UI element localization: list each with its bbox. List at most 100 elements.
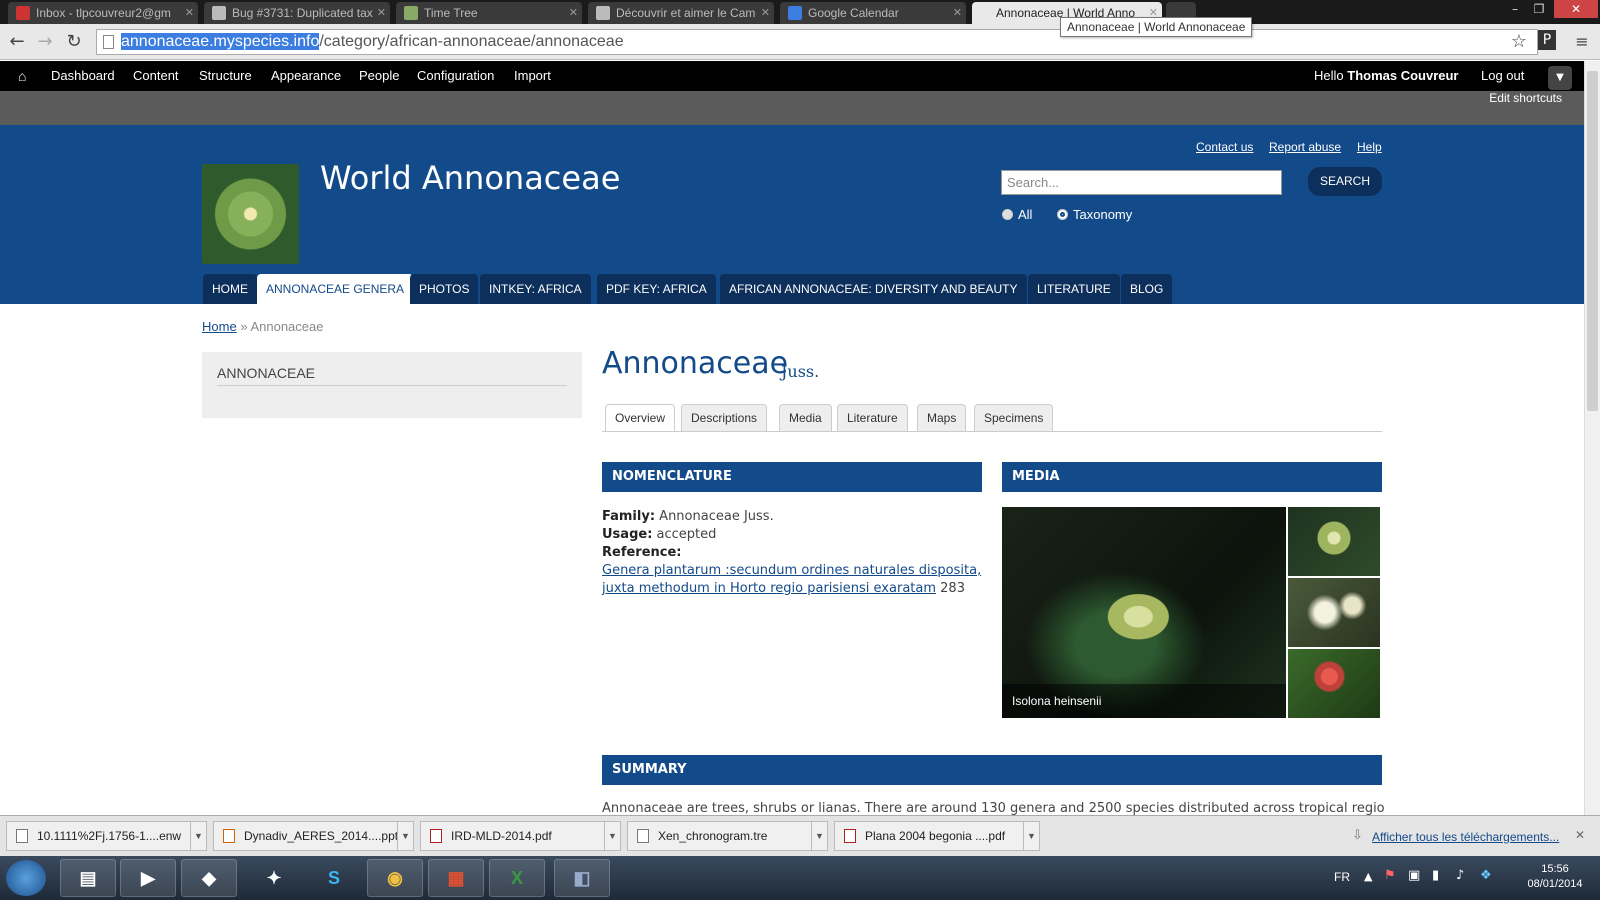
admin-people[interactable]: People (359, 61, 399, 91)
start-button[interactable] (6, 860, 46, 896)
url-host: annonaceae.myspecies.info (121, 33, 320, 50)
back-arrow-icon[interactable]: ← (5, 30, 29, 54)
menu-photos[interactable]: PHOTOS (410, 274, 479, 304)
menu-icon[interactable]: ≡ (1570, 30, 1594, 54)
url-input[interactable]: annonaceae.myspecies.info/category/afric… (96, 29, 1538, 55)
reference-link-continued[interactable]: juxta methodum in Horto regio parisiensi… (602, 581, 936, 596)
menu-blog[interactable]: BLOG (1121, 274, 1173, 304)
media-thumbnail[interactable] (1288, 649, 1380, 718)
media-thumbnail[interactable] (1288, 507, 1380, 576)
report-abuse-link[interactable]: Report abuse (1269, 140, 1341, 154)
browser-tab-bug[interactable]: Bug #3731: Duplicated tax ✕ (204, 2, 390, 24)
media-player-icon[interactable]: ▶ (120, 859, 176, 897)
browser-tab-timetree[interactable]: Time Tree ✕ (396, 2, 582, 24)
language-indicator[interactable]: FR (1334, 870, 1350, 884)
admin-structure[interactable]: Structure (199, 61, 252, 91)
chevron-down-icon[interactable]: ▼ (1548, 66, 1572, 90)
menu-annonaceae-genera[interactable]: ANNONACEAE GENERA (257, 274, 414, 304)
search-input[interactable]: Search... (1001, 170, 1282, 195)
tab-specimens[interactable]: Specimens (974, 404, 1054, 431)
media-main-image[interactable]: Isolona heinsenii (1002, 507, 1286, 718)
tab-media[interactable]: Media (779, 404, 832, 431)
device-icon[interactable]: ▣ (1408, 868, 1420, 883)
tab-descriptions[interactable]: Descriptions (681, 404, 768, 431)
close-icon[interactable]: ✕ (1575, 828, 1585, 842)
menu-literature[interactable]: LITERATURE (1028, 274, 1120, 304)
explorer-icon[interactable]: ▤ (60, 859, 116, 897)
close-tab-icon[interactable]: ✕ (569, 2, 578, 24)
close-tab-icon[interactable]: ✕ (761, 2, 770, 24)
media-thumbnail[interactable] (1288, 578, 1380, 647)
acrobat-icon[interactable]: ▦ (428, 859, 484, 897)
radio-taxonomy[interactable]: Taxonomy (1057, 207, 1132, 222)
app-icon[interactable]: ◆ (181, 859, 237, 897)
show-all-downloads-link[interactable]: Afficher tous les téléchargements... (1372, 830, 1559, 844)
close-tab-icon[interactable]: ✕ (953, 2, 962, 24)
edit-shortcuts-link[interactable]: Edit shortcuts (1489, 91, 1562, 105)
browser-tab-strip: Inbox - tlpcouvreur2@gm ✕ Bug #3731: Dup… (0, 0, 1600, 24)
menu-diversity-beauty[interactable]: AFRICAN ANNONACEAE: DIVERSITY AND BEAUTY (720, 274, 1027, 304)
browser-tab-decouvrir[interactable]: Découvrir et aimer le Cam ✕ (588, 2, 774, 24)
bookmark-star-icon[interactable]: ☆ (1507, 30, 1531, 54)
reference-row: Reference: (602, 545, 682, 560)
tab-literature[interactable]: Literature (837, 404, 908, 431)
close-window-icon[interactable]: ✕ (1554, 0, 1598, 18)
download-item[interactable]: 10.1111%2Fj.1756-1....enw ▼ (6, 821, 207, 851)
menu-intkey-africa[interactable]: INTKEY: AFRICA (480, 274, 591, 304)
chevron-down-icon[interactable]: ▼ (397, 822, 413, 850)
tab-overview[interactable]: Overview (605, 404, 676, 432)
tray-arrow-icon[interactable]: ▲ (1364, 870, 1372, 883)
tab-label: Time Tree (424, 6, 478, 20)
forward-arrow-icon[interactable]: → (33, 30, 57, 54)
download-item[interactable]: IRD-MLD-2014.pdf ▼ (420, 821, 621, 851)
browser-tab-calendar[interactable]: Google Calendar ✕ (780, 2, 966, 24)
radio-all[interactable]: All (1002, 207, 1032, 222)
search-button[interactable]: SEARCH (1308, 167, 1382, 196)
download-item[interactable]: Dynadiv_AERES_2014....ppt ▼ (213, 821, 414, 851)
dropbox-icon[interactable]: ❖ (1480, 868, 1492, 883)
taskbar-clock[interactable]: 15:56 08/01/2014 (1520, 862, 1590, 892)
breadcrumb-home-link[interactable]: Home (202, 319, 237, 334)
minimize-icon[interactable]: – (1504, 0, 1526, 18)
admin-dashboard[interactable]: Dashboard (51, 61, 115, 91)
download-item[interactable]: Plana 2004 begonia ....pdf ▼ (834, 821, 1040, 851)
notes-icon[interactable]: ◧ (554, 859, 610, 897)
scrollbar-thumb[interactable] (1587, 71, 1598, 411)
menu-home[interactable]: HOME (203, 274, 257, 304)
chevron-down-icon[interactable]: ▼ (604, 822, 620, 850)
chevron-down-icon[interactable]: ▼ (1023, 822, 1039, 850)
admin-appearance[interactable]: Appearance (271, 61, 341, 91)
skype-icon[interactable]: S (306, 859, 362, 897)
browser-tab-gmail[interactable]: Inbox - tlpcouvreur2@gm ✕ (8, 2, 198, 24)
contact-us-link[interactable]: Contact us (1196, 140, 1253, 154)
help-link[interactable]: Help (1357, 140, 1382, 154)
site-name[interactable]: World Annonaceae (320, 159, 620, 197)
close-tab-icon[interactable]: ✕ (185, 2, 194, 24)
tab-maps[interactable]: Maps (917, 404, 967, 431)
sidebar-title[interactable]: ANNONACEAE (217, 365, 315, 381)
gimp-icon[interactable]: ✦ (246, 859, 302, 897)
chevron-down-icon[interactable]: ▼ (811, 822, 827, 850)
admin-import[interactable]: Import (514, 61, 551, 91)
volume-icon[interactable]: ♪ (1456, 868, 1464, 883)
chrome-icon[interactable]: ◉ (367, 859, 423, 897)
download-item[interactable]: Xen_chronogram.tre ▼ (627, 821, 828, 851)
chevron-down-icon[interactable]: ▼ (190, 822, 206, 850)
logout-link[interactable]: Log out (1481, 61, 1524, 91)
close-tab-icon[interactable]: ✕ (377, 2, 386, 24)
network-icon[interactable]: ▮ (1432, 868, 1439, 883)
flag-icon[interactable]: ⚑ (1384, 868, 1396, 883)
home-icon[interactable]: ⌂ (18, 61, 26, 91)
reference-link[interactable]: Genera plantarum :secundum ordines natur… (602, 563, 981, 578)
download-arrow-icon: ⇩ (1352, 828, 1363, 843)
reload-icon[interactable]: ↻ (62, 30, 86, 54)
admin-configuration[interactable]: Configuration (417, 61, 494, 91)
site-logo[interactable] (202, 164, 299, 264)
page-scrollbar[interactable] (1584, 61, 1600, 815)
excel-icon[interactable]: X (489, 859, 545, 897)
clock-time: 15:56 (1541, 863, 1569, 875)
maximize-icon[interactable]: ❐ (1528, 0, 1550, 18)
extension-icon[interactable]: P (1538, 30, 1556, 50)
admin-content[interactable]: Content (133, 61, 179, 91)
menu-pdf-key-africa[interactable]: PDF KEY: AFRICA (597, 274, 716, 304)
